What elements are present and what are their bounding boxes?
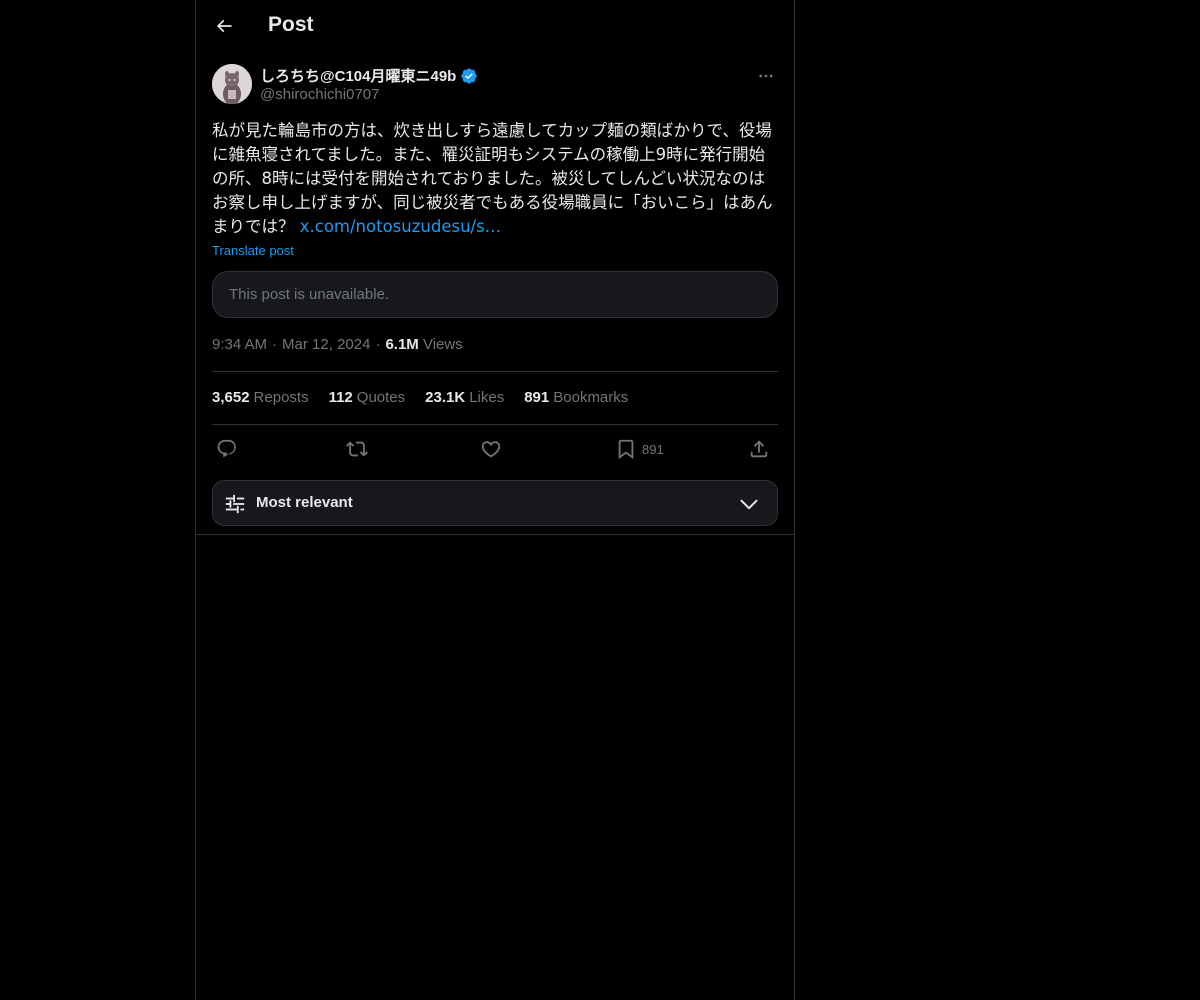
post-link[interactable]: x.com/notosuzudesu/s… bbox=[300, 217, 501, 236]
more-horizontal-icon bbox=[759, 74, 773, 78]
quotes-stat[interactable]: 112 Quotes bbox=[329, 389, 406, 406]
post-date[interactable]: Mar 12, 2024 bbox=[282, 336, 370, 353]
post-detail-column: Post しろちち@C104月曜東ニ49b @shirochichi0707 私… bbox=[195, 0, 795, 1000]
likes-count: 23.1K bbox=[425, 389, 466, 406]
post-author: しろちち@C104月曜東ニ49b @shirochichi0707 bbox=[212, 64, 778, 108]
sort-label: Most relevant bbox=[256, 494, 353, 511]
engagement-stats: 3,652 Reposts 112 Quotes 23.1K Likes 891 Boo… bbox=[212, 389, 628, 406]
action-bar: 891 bbox=[212, 434, 778, 464]
unavailable-text: This post is unavailable. bbox=[229, 286, 390, 303]
quotes-label: Quotes bbox=[356, 389, 406, 406]
bookmark-icon bbox=[618, 439, 634, 460]
back-button[interactable] bbox=[207, 9, 241, 43]
page-title: Post bbox=[268, 13, 314, 36]
reposts-count: 3,652 bbox=[212, 389, 250, 406]
bookmark-button[interactable]: 891 bbox=[615, 434, 664, 464]
post-body: 私が見た輪島市の方は、炊き出しすら遠慮してカップ麺の類ばかりで、役場に雑魚寝され… bbox=[212, 119, 778, 239]
post-time[interactable]: 9:34 AM bbox=[212, 336, 267, 353]
divider bbox=[212, 371, 778, 372]
display-name-text: しろちち@C104月曜東ニ49b bbox=[260, 68, 457, 85]
likes-stat[interactable]: 23.1K Likes bbox=[425, 389, 504, 406]
views-count: 6.1M bbox=[385, 336, 419, 353]
verified-badge-icon bbox=[461, 67, 478, 84]
reply-icon bbox=[217, 439, 236, 458]
bookmarks-stat[interactable]: 891 Bookmarks bbox=[524, 389, 628, 406]
bookmarks-count: 891 bbox=[524, 389, 550, 406]
likes-label: Likes bbox=[469, 389, 505, 406]
avatar[interactable] bbox=[212, 64, 252, 104]
author-handle[interactable]: @shirochichi0707 bbox=[260, 86, 379, 103]
reply-button[interactable] bbox=[216, 434, 238, 464]
bookmark-count: 891 bbox=[642, 441, 664, 457]
repost-button[interactable] bbox=[346, 434, 368, 464]
more-options-button[interactable] bbox=[754, 64, 778, 88]
share-icon bbox=[750, 440, 768, 458]
divider bbox=[196, 534, 794, 535]
like-button[interactable] bbox=[480, 434, 502, 464]
separator-dot: · bbox=[272, 336, 278, 353]
bookmarks-label: Bookmarks bbox=[553, 389, 629, 406]
author-display-name[interactable]: しろちち@C104月曜東ニ49b bbox=[260, 65, 478, 86]
reposts-stat[interactable]: 3,652 Reposts bbox=[212, 389, 309, 406]
quoted-post-unavailable: This post is unavailable. bbox=[212, 271, 778, 318]
chevron-down-icon bbox=[740, 499, 758, 510]
sliders-icon bbox=[225, 494, 245, 514]
page-header: Post bbox=[196, 0, 794, 53]
reposts-label: Reposts bbox=[253, 389, 309, 406]
post-meta: 9:34 AM · Mar 12, 2024 · 6.1M Views bbox=[212, 336, 463, 353]
divider bbox=[212, 424, 778, 425]
separator-dot: · bbox=[375, 336, 381, 353]
arrow-left-icon bbox=[216, 19, 232, 33]
heart-icon bbox=[481, 441, 501, 458]
repost-icon bbox=[346, 441, 368, 457]
reply-sort-dropdown[interactable]: Most relevant bbox=[212, 480, 778, 526]
quotes-count: 112 bbox=[328, 389, 353, 406]
translate-post-button[interactable]: Translate post bbox=[212, 243, 294, 258]
views-label: Views bbox=[422, 336, 463, 353]
share-button[interactable] bbox=[748, 434, 770, 464]
